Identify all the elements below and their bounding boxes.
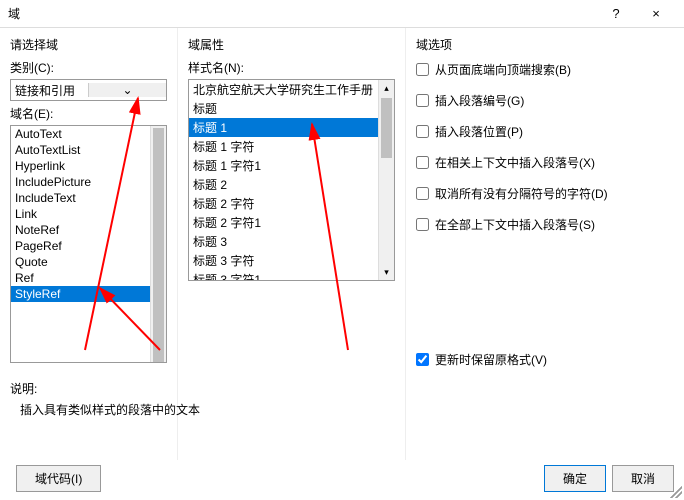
checkbox-input[interactable] xyxy=(416,187,429,200)
scrollbar[interactable] xyxy=(150,126,166,362)
list-item[interactable]: 标题 3 xyxy=(189,232,394,251)
list-item[interactable]: 北京航空航天大学研究生工作手册 xyxy=(189,80,394,99)
option-checkbox[interactable]: 从页面底端向顶端搜索(B) xyxy=(416,61,674,78)
checkbox-label: 在相关上下文中插入段落号(X) xyxy=(435,154,595,171)
field-options-header: 域选项 xyxy=(416,36,674,53)
list-item[interactable]: StyleRef xyxy=(11,286,166,302)
list-item[interactable]: AutoText xyxy=(11,126,166,142)
checkbox-label: 插入段落位置(P) xyxy=(435,123,523,140)
option-checkbox[interactable]: 在全部上下文中插入段落号(S) xyxy=(416,216,674,233)
stylename-label: 样式名(N): xyxy=(188,59,395,76)
list-item[interactable]: 标题 1 字符 xyxy=(189,137,394,156)
cancel-button[interactable]: 取消 xyxy=(612,465,674,492)
scroll-down-icon[interactable]: ▾ xyxy=(379,264,394,280)
stylename-listbox[interactable]: 北京航空航天大学研究生工作手册标题标题 1标题 1 字符标题 1 字符1标题 2… xyxy=(188,79,395,281)
list-item[interactable]: AutoTextList xyxy=(11,142,166,158)
list-item[interactable]: Hyperlink xyxy=(11,158,166,174)
resize-handle-icon[interactable] xyxy=(670,486,682,498)
checkbox-input[interactable] xyxy=(416,94,429,107)
fieldnames-listbox[interactable]: AutoTextAutoTextListHyperlinkIncludePict… xyxy=(10,125,167,363)
scrollbar[interactable]: ▴ ▾ xyxy=(378,80,394,280)
preserve-format-label: 更新时保留原格式(V) xyxy=(435,351,547,368)
category-label: 类别(C): xyxy=(10,59,167,76)
fieldnames-label: 域名(E): xyxy=(10,105,167,122)
fieldcodes-button[interactable]: 域代码(I) xyxy=(16,465,101,492)
list-item[interactable]: 标题 1 字符1 xyxy=(189,156,394,175)
checkbox-label: 插入段落编号(G) xyxy=(435,92,524,109)
list-item[interactable]: 标题 xyxy=(189,99,394,118)
list-item[interactable]: NoteRef xyxy=(11,222,166,238)
titlebar: 域 ? × xyxy=(0,0,684,28)
checkbox-label: 从页面底端向顶端搜索(B) xyxy=(435,61,571,78)
select-field-header: 请选择域 xyxy=(10,36,167,53)
preserve-format-checkbox[interactable]: 更新时保留原格式(V) xyxy=(416,351,674,368)
ok-button[interactable]: 确定 xyxy=(544,465,606,492)
list-item[interactable]: PageRef xyxy=(11,238,166,254)
category-value: 链接和引用 xyxy=(11,82,88,99)
option-checkbox[interactable]: 插入段落编号(G) xyxy=(416,92,674,109)
list-item[interactable]: Quote xyxy=(11,254,166,270)
list-item[interactable]: IncludePicture xyxy=(11,174,166,190)
field-properties-header: 域属性 xyxy=(188,36,395,53)
checkbox-label: 取消所有没有分隔符号的字符(D) xyxy=(435,185,608,202)
description-text: 插入具有类似样式的段落中的文本 xyxy=(20,401,200,418)
list-item[interactable]: 标题 2 字符1 xyxy=(189,213,394,232)
list-item[interactable]: 标题 3 字符1 xyxy=(189,270,394,281)
checkbox-input[interactable] xyxy=(416,125,429,138)
checkbox-input[interactable] xyxy=(416,156,429,169)
chevron-down-icon: ⌄ xyxy=(88,83,166,97)
list-item[interactable]: IncludeText xyxy=(11,190,166,206)
dialog-title: 域 xyxy=(8,5,596,22)
scroll-up-icon[interactable]: ▴ xyxy=(379,80,394,96)
help-button[interactable]: ? xyxy=(596,6,636,21)
list-item[interactable]: Link xyxy=(11,206,166,222)
option-checkbox[interactable]: 插入段落位置(P) xyxy=(416,123,674,140)
list-item[interactable]: Ref xyxy=(11,270,166,286)
list-item[interactable]: 标题 3 字符 xyxy=(189,251,394,270)
option-checkbox[interactable]: 取消所有没有分隔符号的字符(D) xyxy=(416,185,674,202)
checkbox-input[interactable] xyxy=(416,218,429,231)
category-dropdown[interactable]: 链接和引用 ⌄ xyxy=(10,79,167,101)
list-item[interactable]: 标题 1 xyxy=(189,118,394,137)
checkbox-label: 在全部上下文中插入段落号(S) xyxy=(435,216,595,233)
preserve-format-input[interactable] xyxy=(416,353,429,366)
option-checkbox[interactable]: 在相关上下文中插入段落号(X) xyxy=(416,154,674,171)
description-label: 说明: xyxy=(10,380,200,397)
close-button[interactable]: × xyxy=(636,6,676,21)
list-item[interactable]: 标题 2 xyxy=(189,175,394,194)
list-item[interactable]: 标题 2 字符 xyxy=(189,194,394,213)
checkbox-input[interactable] xyxy=(416,63,429,76)
